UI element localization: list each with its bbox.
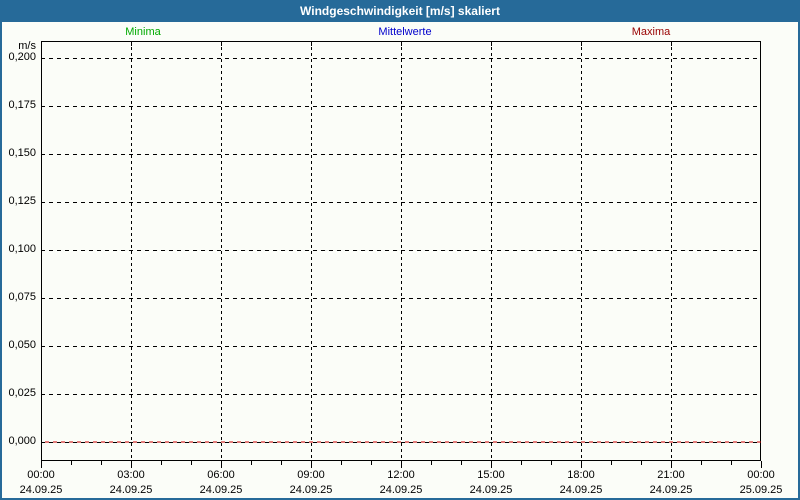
- x-minor-tick: [431, 461, 432, 465]
- x-tick-label-time: 09:00: [297, 469, 325, 481]
- chart-window: Windgeschwindigkeit [m/s] skaliert Minim…: [0, 0, 800, 500]
- x-tick-label-date: 24.09.25: [469, 484, 513, 496]
- x-major-tick: [311, 461, 312, 468]
- x-minor-tick: [161, 461, 162, 465]
- legend-item-minima: Minima: [125, 26, 161, 38]
- x-major-tick: [131, 461, 132, 468]
- x-tick-label-time: 18:00: [567, 469, 595, 481]
- y-tick-label: 0,150: [8, 147, 36, 159]
- x-minor-tick: [371, 461, 372, 465]
- x-major-tick: [671, 461, 672, 468]
- window-title-bar: Windgeschwindigkeit [m/s] skaliert: [0, 0, 800, 22]
- x-tick-label-date: 25.09.25: [739, 484, 783, 496]
- chart-title: Windgeschwindigkeit [m/s] skaliert: [300, 4, 500, 18]
- x-tick-label-time: 03:00: [117, 469, 145, 481]
- x-minor-tick: [641, 461, 642, 465]
- y-tick-label: 0,075: [8, 291, 36, 303]
- x-minor-tick: [551, 461, 552, 465]
- x-minor-tick: [341, 461, 342, 465]
- legend-item-mittelwerte: Mittelwerte: [378, 26, 432, 38]
- x-major-tick: [581, 461, 582, 468]
- x-minor-tick: [461, 461, 462, 465]
- x-tick-label-date: 24.09.25: [559, 484, 603, 496]
- x-major-tick: [491, 461, 492, 468]
- x-tick-label-date: 24.09.25: [379, 484, 423, 496]
- x-tick-label-time: 21:00: [657, 469, 685, 481]
- x-major-tick: [221, 461, 222, 468]
- x-tick-label-date: 24.09.25: [199, 484, 243, 496]
- x-minor-tick: [101, 461, 102, 465]
- y-tick-label: 0,175: [8, 99, 36, 111]
- y-tick-label: 0,025: [8, 387, 36, 399]
- y-tick-label: 0,000: [8, 435, 36, 447]
- x-tick-label-time: 06:00: [207, 469, 235, 481]
- y-tick-label: 0,125: [8, 195, 36, 207]
- x-minor-tick: [71, 461, 72, 465]
- x-tick-label-time: 00:00: [27, 469, 55, 481]
- series-lines: [41, 441, 761, 443]
- x-tick-label-time: 12:00: [387, 469, 415, 481]
- x-tick-label-date: 24.09.25: [109, 484, 153, 496]
- x-tick-label-date: 24.09.25: [649, 484, 693, 496]
- y-tick-label: 0,050: [8, 339, 36, 351]
- x-major-tick: [401, 461, 402, 468]
- x-tick-label-date: 24.09.25: [19, 484, 63, 496]
- y-tick-label: 0,100: [8, 243, 36, 255]
- x-minor-tick: [281, 461, 282, 465]
- y-tick-label: 0,200: [8, 51, 36, 63]
- legend-item-maxima: Maxima: [631, 26, 671, 38]
- x-tick-label-date: 24.09.25: [289, 484, 333, 496]
- x-tick-label-time: 00:00: [747, 469, 775, 481]
- x-major-tick: [761, 461, 762, 468]
- x-minor-tick: [191, 461, 192, 465]
- x-minor-tick: [251, 461, 252, 465]
- x-minor-tick: [521, 461, 522, 465]
- x-major-tick: [41, 461, 42, 468]
- x-tick-label-time: 15:00: [477, 469, 505, 481]
- x-minor-tick: [611, 461, 612, 465]
- x-minor-tick: [701, 461, 702, 465]
- x-minor-tick: [731, 461, 732, 465]
